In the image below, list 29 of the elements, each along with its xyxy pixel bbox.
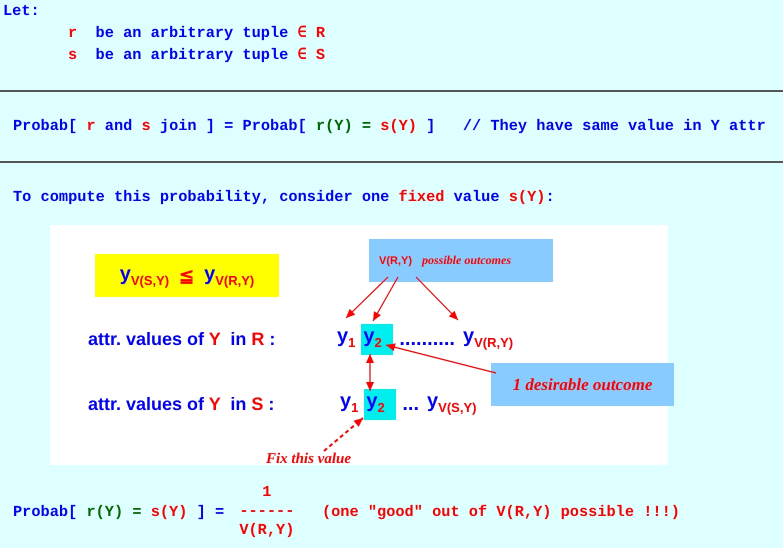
callout-label: 1 desirable outcome bbox=[491, 363, 674, 406]
highlighted-value: y$_{2}$ bbox=[361, 324, 394, 354]
count-label: V(R,Y) bbox=[379, 254, 412, 266]
value-label: y$_{1}$ bbox=[336, 324, 356, 352]
dash-line-text: ------ bbox=[239, 502, 294, 521]
definition-line: s be an arbitrary tuple ∈ S bbox=[68, 45, 326, 66]
double-arrow bbox=[366, 354, 374, 391]
value-label: y$_{V(R,Y)}$ bbox=[462, 324, 514, 352]
value-label: y$_{V(S,Y)}$ bbox=[426, 388, 478, 417]
equation: Probab[ r(Y) = s(Y) ] = bbox=[13, 502, 226, 520]
value-label: ... bbox=[401, 392, 420, 416]
dashed-arrow bbox=[323, 417, 364, 452]
caption: Fix this value bbox=[266, 451, 352, 468]
comment: // They have same value in Y attr bbox=[462, 116, 766, 137]
note: (one "good" out of V(R,Y) possible !!!) bbox=[322, 502, 680, 520]
heading: Let: bbox=[3, 1, 40, 22]
value-label: y$_{1}$ bbox=[339, 388, 360, 416]
sentence: To compute this probability, consider one fixed value s(Y): bbox=[12, 187, 555, 208]
inequality-label: y$_{V(S,Y)}$ ≦ y$_{V(R,Y)}$ bbox=[95, 254, 279, 297]
row-label: attr. values of Y in R : bbox=[88, 328, 276, 350]
arrow bbox=[416, 276, 458, 320]
value-label: .......... bbox=[398, 326, 456, 352]
highlighted-value: y$_{2}$ bbox=[364, 388, 396, 420]
equation: Probab[ r and s join ] = Probab[ r(Y) = s(Y) ] bbox=[13, 116, 436, 137]
numerator: 1 bbox=[262, 483, 272, 502]
caption: possible outcomes bbox=[422, 253, 511, 268]
denominator: V(R,Y) bbox=[239, 521, 294, 540]
definition-line: r be an arbitrary tuple ∈ R bbox=[68, 23, 326, 44]
row-label: attr. values of Y in S : bbox=[88, 394, 276, 414]
